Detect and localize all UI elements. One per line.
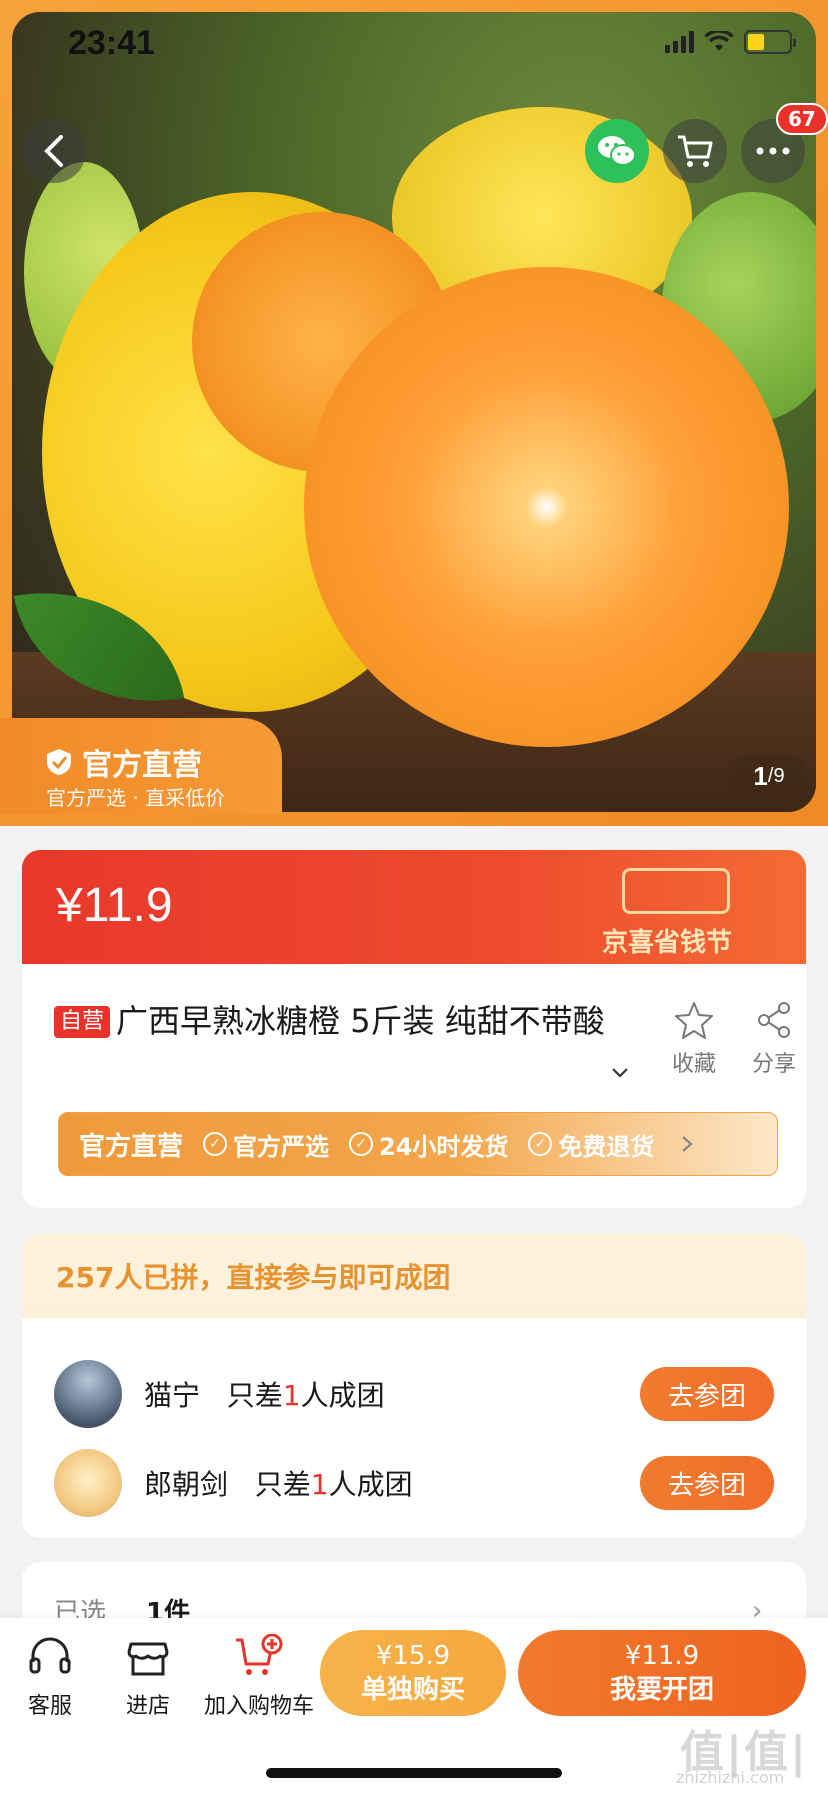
group-buy-card: 257人已拼，直接参与即可成团 猫宁 只差1人成团 去参团 郎朝剑 只差1人成团… [22, 1234, 806, 1538]
join-group-button[interactable]: 去参团 [640, 1456, 774, 1510]
wechat-icon [598, 136, 636, 166]
battery-icon [744, 30, 796, 54]
store-icon [127, 1642, 169, 1676]
single-label: 单独购买 [360, 1675, 465, 1705]
group-need-count: 1 [310, 1468, 329, 1501]
group-row-text: 猫宁 只差1人成团 [144, 1374, 385, 1414]
group-need-post: 人成团 [300, 1379, 385, 1412]
store-label: 进店 [125, 1694, 170, 1719]
group-price: ¥11.9 [624, 1641, 700, 1671]
start-group-button[interactable]: ¥11.9 我要开团 [518, 1630, 806, 1716]
official-title-text: 官方直营 [82, 748, 202, 783]
avatar [54, 1360, 122, 1428]
share-label: 分享 [751, 1052, 796, 1077]
page-current: 1 [753, 760, 768, 791]
promo-item-label: 官方严选 [233, 1132, 330, 1161]
cart-icon [678, 135, 713, 167]
group-row: 猫宁 只差1人成团 去参团 [22, 1352, 806, 1436]
check-icon: ✓ [349, 1132, 374, 1156]
festival-label: 京喜省钱节 [602, 928, 733, 958]
store-button[interactable]: 进店 [116, 1632, 180, 1720]
buy-alone-button[interactable]: ¥15.9 单独购买 [320, 1630, 506, 1716]
group-row-text: 郎朝剑 只差1人成团 [144, 1463, 413, 1503]
promo-item: ✓ 官方严选 [203, 1127, 329, 1162]
avatar [54, 1449, 122, 1517]
shield-check-icon [47, 749, 71, 775]
promo-item: ✓ 24小时发货 [349, 1127, 508, 1162]
promo-strip[interactable]: 官方直营 ✓ 官方严选 ✓ 24小时发货 ✓ 免费退货 [58, 1112, 778, 1176]
page-indicator: 1/9 [730, 756, 808, 796]
star-icon [675, 1002, 713, 1039]
group-user-name: 郎朝剑 [144, 1468, 229, 1501]
add-cart-icon [236, 1634, 283, 1675]
promo-item: ✓ 免费退货 [528, 1127, 654, 1162]
promo-item-label: 免费退货 [558, 1132, 655, 1161]
favorite-label: 收藏 [671, 1052, 716, 1077]
headset-icon [29, 1637, 71, 1674]
status-icons [665, 30, 796, 54]
group-row: 郎朝剑 只差1人成团 去参团 [22, 1441, 806, 1525]
price-banner: ¥11.9 京喜省钱节 [22, 850, 806, 964]
check-icon: ✓ [528, 1132, 553, 1156]
share-button[interactable]: 分享 [734, 1000, 806, 1078]
group-need-pre: 只差 [254, 1468, 311, 1501]
chevron-down-icon[interactable] [610, 1063, 630, 1083]
chevron-right-icon [682, 1136, 694, 1152]
add-to-cart-button[interactable]: 加入购物车 [200, 1632, 318, 1720]
wechat-share-button[interactable] [585, 119, 649, 183]
join-group-button[interactable]: 去参团 [640, 1367, 774, 1421]
group-need-post: 人成团 [328, 1468, 413, 1501]
self-operated-tag: 自营 [54, 1006, 111, 1038]
festival-icon [622, 868, 730, 914]
share-icon [758, 1002, 790, 1038]
check-icon: ✓ [203, 1132, 228, 1156]
wifi-icon [704, 31, 734, 51]
chevron-left-icon [44, 135, 63, 167]
more-icon [756, 147, 790, 155]
group-need-count: 1 [282, 1379, 301, 1412]
price: ¥11.9 [56, 879, 173, 932]
product-info-card: ¥11.9 京喜省钱节 自营 广西早熟冰糖橙 5斤装 纯甜不带酸 收藏 分享 官方… [22, 850, 806, 1208]
official-subtitle: 官方严选 · 直采低价 [46, 786, 226, 810]
service-label: 客服 [27, 1694, 72, 1719]
orange-slice [304, 267, 789, 747]
back-button[interactable] [22, 119, 86, 183]
watermark-url: zhizhizhi.com [676, 1768, 785, 1787]
product-title-text: 广西早熟冰糖橙 5斤装 纯甜不带酸 [116, 1002, 605, 1040]
cart-count-badge: 67 [776, 103, 828, 135]
group-header: 257人已拼，直接参与即可成团 [22, 1234, 806, 1318]
favorite-button[interactable]: 收藏 [654, 1000, 734, 1078]
product-title: 自营 广西早熟冰糖橙 5斤装 纯甜不带酸 [54, 994, 614, 1048]
single-price: ¥15.9 [375, 1641, 451, 1671]
home-indicator[interactable] [266, 1768, 562, 1778]
cart-button[interactable] [663, 119, 727, 183]
promo-lead: 官方直营 [79, 1131, 184, 1162]
group-label: 我要开团 [609, 1675, 714, 1705]
page-total: /9 [767, 764, 785, 787]
promo-item-label: 24小时发货 [379, 1132, 509, 1161]
group-user-name: 猫宁 [144, 1379, 201, 1412]
group-need-pre: 只差 [226, 1379, 283, 1412]
customer-service-button[interactable]: 客服 [18, 1632, 82, 1720]
official-title: 官方直营 [44, 740, 202, 784]
signal-icon [665, 31, 694, 53]
status-time: 23:41 [68, 24, 155, 62]
add-cart-label: 加入购物车 [203, 1694, 314, 1719]
